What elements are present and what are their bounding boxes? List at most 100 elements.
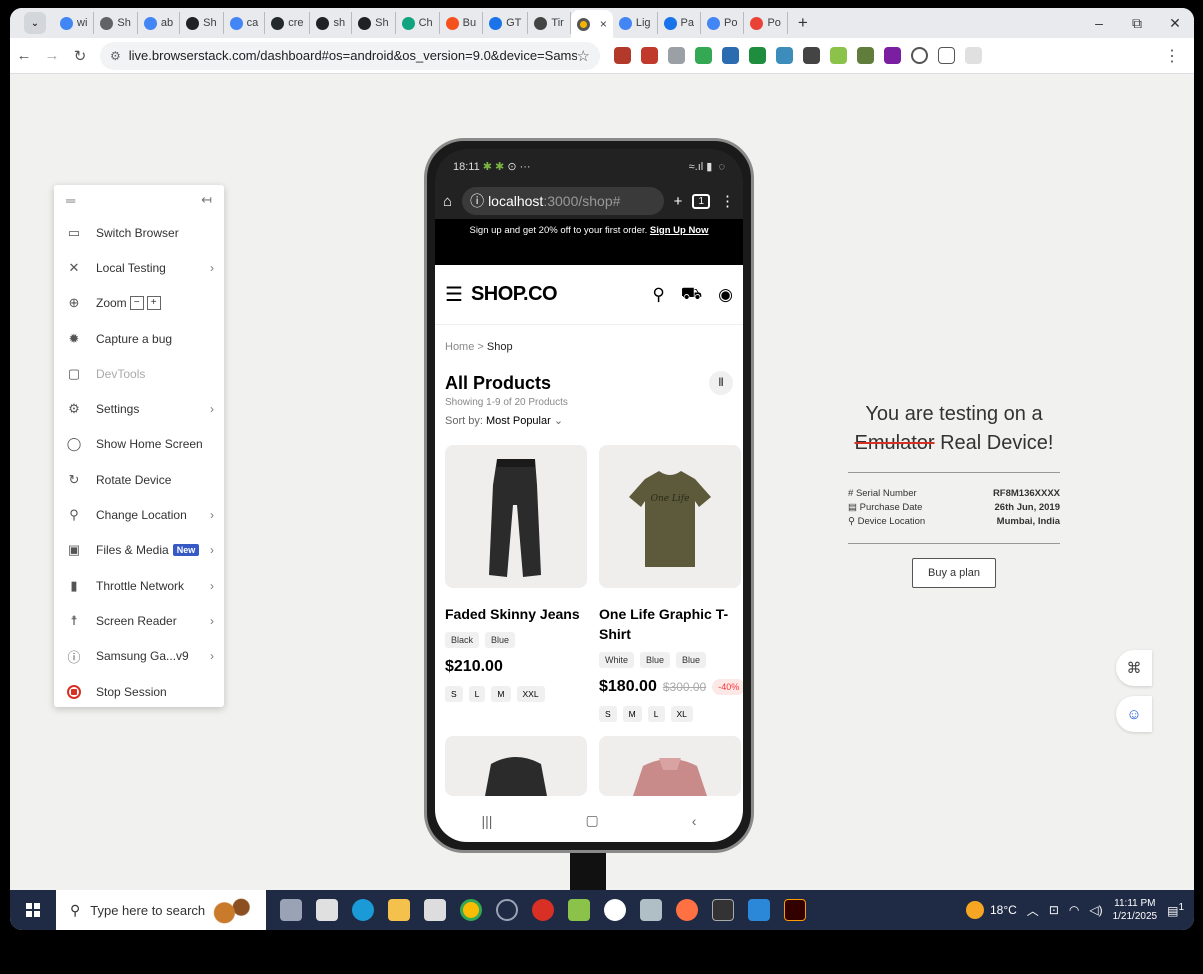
restore-button[interactable]: ⧉	[1118, 15, 1156, 32]
color-chip[interactable]: Black	[445, 632, 480, 648]
browser-tab[interactable]: sh	[310, 12, 353, 34]
volume-icon[interactable]: ◁)	[1089, 903, 1102, 917]
extension-icon[interactable]	[614, 47, 631, 64]
browser-tab[interactable]: wi	[54, 12, 95, 34]
site-info-icon[interactable]: ⚙	[110, 49, 121, 63]
active-tab[interactable]: ×	[570, 10, 613, 38]
buy-plan-button[interactable]: Buy a plan	[912, 558, 996, 588]
terminal-icon[interactable]	[712, 899, 734, 921]
mobile-address-bar[interactable]: ⓘ localhost:3000/shop#	[462, 187, 664, 215]
size-chip[interactable]: XXL	[516, 686, 545, 702]
address-bar[interactable]: ⚙ live.browserstack.com/dashboard#os=and…	[100, 41, 600, 70]
extension-icon[interactable]	[857, 47, 874, 64]
color-chip[interactable]: Blue	[485, 632, 516, 648]
chat-bot-icon[interactable]: ☺	[1116, 696, 1152, 732]
product-card[interactable]: Faded Skinny Jeans Black Blue $210.00 S …	[445, 445, 587, 722]
puzzle-extensions-icon[interactable]	[938, 47, 955, 64]
size-chip[interactable]: M	[491, 686, 511, 702]
cart-icon[interactable]: ⛟	[681, 284, 702, 306]
account-icon[interactable]: ◉	[718, 285, 733, 305]
breadcrumb-home[interactable]: Home	[445, 341, 474, 353]
browser-tab[interactable]: Ch	[396, 12, 440, 34]
sort-dropdown[interactable]: Sort by: Most Popular ⌄	[445, 414, 733, 427]
notifications-icon[interactable]: ▤1	[1167, 902, 1184, 918]
extension-icon[interactable]	[830, 47, 847, 64]
new-tab-button[interactable]: +	[788, 13, 818, 33]
browser-tab[interactable]: Pa	[658, 12, 701, 34]
extension-icon[interactable]	[911, 47, 928, 64]
product-card[interactable]	[599, 736, 741, 796]
illustrator-icon[interactable]	[784, 899, 806, 921]
tab-search-button[interactable]: ⌄	[24, 12, 46, 34]
apps-grid-icon[interactable]: ⌘	[1116, 650, 1152, 686]
chrome-menu-icon[interactable]: ⋮	[1164, 46, 1180, 66]
color-chip[interactable]: Blue	[676, 652, 707, 668]
reload-button[interactable]: ↻	[66, 47, 94, 65]
start-button[interactable]	[10, 903, 56, 917]
camera-extension-icon[interactable]	[668, 47, 685, 64]
extension-icon[interactable]	[722, 47, 739, 64]
panel-item-throttle-network[interactable]: ▮ Throttle Network ›	[54, 568, 224, 603]
panel-item-switch-browser[interactable]: ▭ Switch Browser	[54, 215, 224, 250]
panel-item-stop-session[interactable]: Stop Session	[54, 674, 224, 709]
panel-item-local-testing[interactable]: ✕ Local Testing ›	[54, 250, 224, 285]
meet-icon[interactable]: ⊡	[1049, 903, 1059, 917]
browser-tab[interactable]: GT	[483, 12, 529, 34]
extension-icon[interactable]	[695, 47, 712, 64]
panel-item-samsung-ga-v9[interactable]: ⓘ Samsung Ga...v9 ›	[54, 639, 224, 674]
browser-tab[interactable]: Sh	[352, 12, 396, 34]
forward-button[interactable]: →	[38, 47, 66, 64]
hamburger-menu-icon[interactable]: ☰	[445, 282, 463, 307]
wifi-icon[interactable]: ◠	[1069, 903, 1079, 917]
close-window-button[interactable]: ✕	[1156, 15, 1194, 32]
tray-chevron-icon[interactable]: ︿	[1027, 902, 1039, 919]
browser-tab[interactable]: ca	[224, 12, 266, 34]
color-chip[interactable]: Blue	[640, 652, 671, 668]
profile-avatar[interactable]	[965, 47, 982, 64]
taskbar-search[interactable]: ⚲ Type here to search	[56, 890, 266, 930]
browser-tab[interactable]: Tir	[528, 12, 571, 34]
app-icon[interactable]	[640, 899, 662, 921]
browser-tab[interactable]: Bu	[440, 12, 484, 34]
panel-item-show-home-screen[interactable]: ◯ Show Home Screen	[54, 427, 224, 462]
size-chip[interactable]: L	[468, 686, 486, 702]
weather-widget[interactable]: 18°C	[965, 901, 1017, 919]
search-icon[interactable]: ⚲	[652, 285, 664, 305]
extension-icon[interactable]	[641, 47, 658, 64]
browser-tab[interactable]: Po	[701, 12, 745, 34]
panel-item-rotate-device[interactable]: ↻ Rotate Device	[54, 462, 224, 497]
extension-icon[interactable]	[803, 47, 820, 64]
browser-tab[interactable]: Sh	[94, 12, 138, 34]
new-tab-icon[interactable]: +	[674, 193, 683, 210]
tab-switcher[interactable]: 1	[692, 193, 710, 209]
size-chip[interactable]: S	[599, 706, 617, 722]
file-explorer-icon[interactable]	[388, 899, 410, 921]
drag-handle-icon[interactable]: ═	[66, 193, 75, 208]
panel-item-files-media[interactable]: ▣ Files & Media New ›	[54, 533, 224, 568]
browser-tab[interactable]: cre	[265, 12, 311, 34]
task-view-icon[interactable]	[280, 899, 302, 921]
menu-icon[interactable]: ⋮	[720, 192, 735, 210]
zoom-out-button[interactable]: −	[129, 296, 144, 311]
panel-item-screen-reader[interactable]: ☨ Screen Reader ›	[54, 603, 224, 638]
bookmark-star-icon[interactable]: ☆	[577, 47, 590, 65]
sign-up-link[interactable]: Sign Up Now	[650, 225, 709, 236]
copilot-icon[interactable]	[496, 899, 518, 921]
app-icon[interactable]	[568, 899, 590, 921]
size-chip[interactable]: S	[445, 686, 463, 702]
close-tab-icon[interactable]: ×	[600, 17, 607, 31]
minimize-button[interactable]: –	[1080, 15, 1118, 32]
browser-tab[interactable]: Sh	[180, 12, 224, 34]
browser-tab[interactable]: ab	[138, 12, 181, 34]
vscode-icon[interactable]	[748, 899, 770, 921]
back-nav-button[interactable]: ‹	[692, 813, 697, 829]
browser-tab[interactable]: Po	[744, 12, 788, 34]
settings-icon[interactable]	[604, 899, 626, 921]
extension-icon[interactable]	[884, 47, 901, 64]
zoom-in-button[interactable]: +	[146, 296, 161, 311]
size-chip[interactable]: L	[647, 706, 665, 722]
panel-item-capture-a-bug[interactable]: ✹ Capture a bug	[54, 321, 224, 356]
extension-icon[interactable]	[749, 47, 766, 64]
edge-icon[interactable]	[352, 899, 374, 921]
app-icon[interactable]	[532, 899, 554, 921]
